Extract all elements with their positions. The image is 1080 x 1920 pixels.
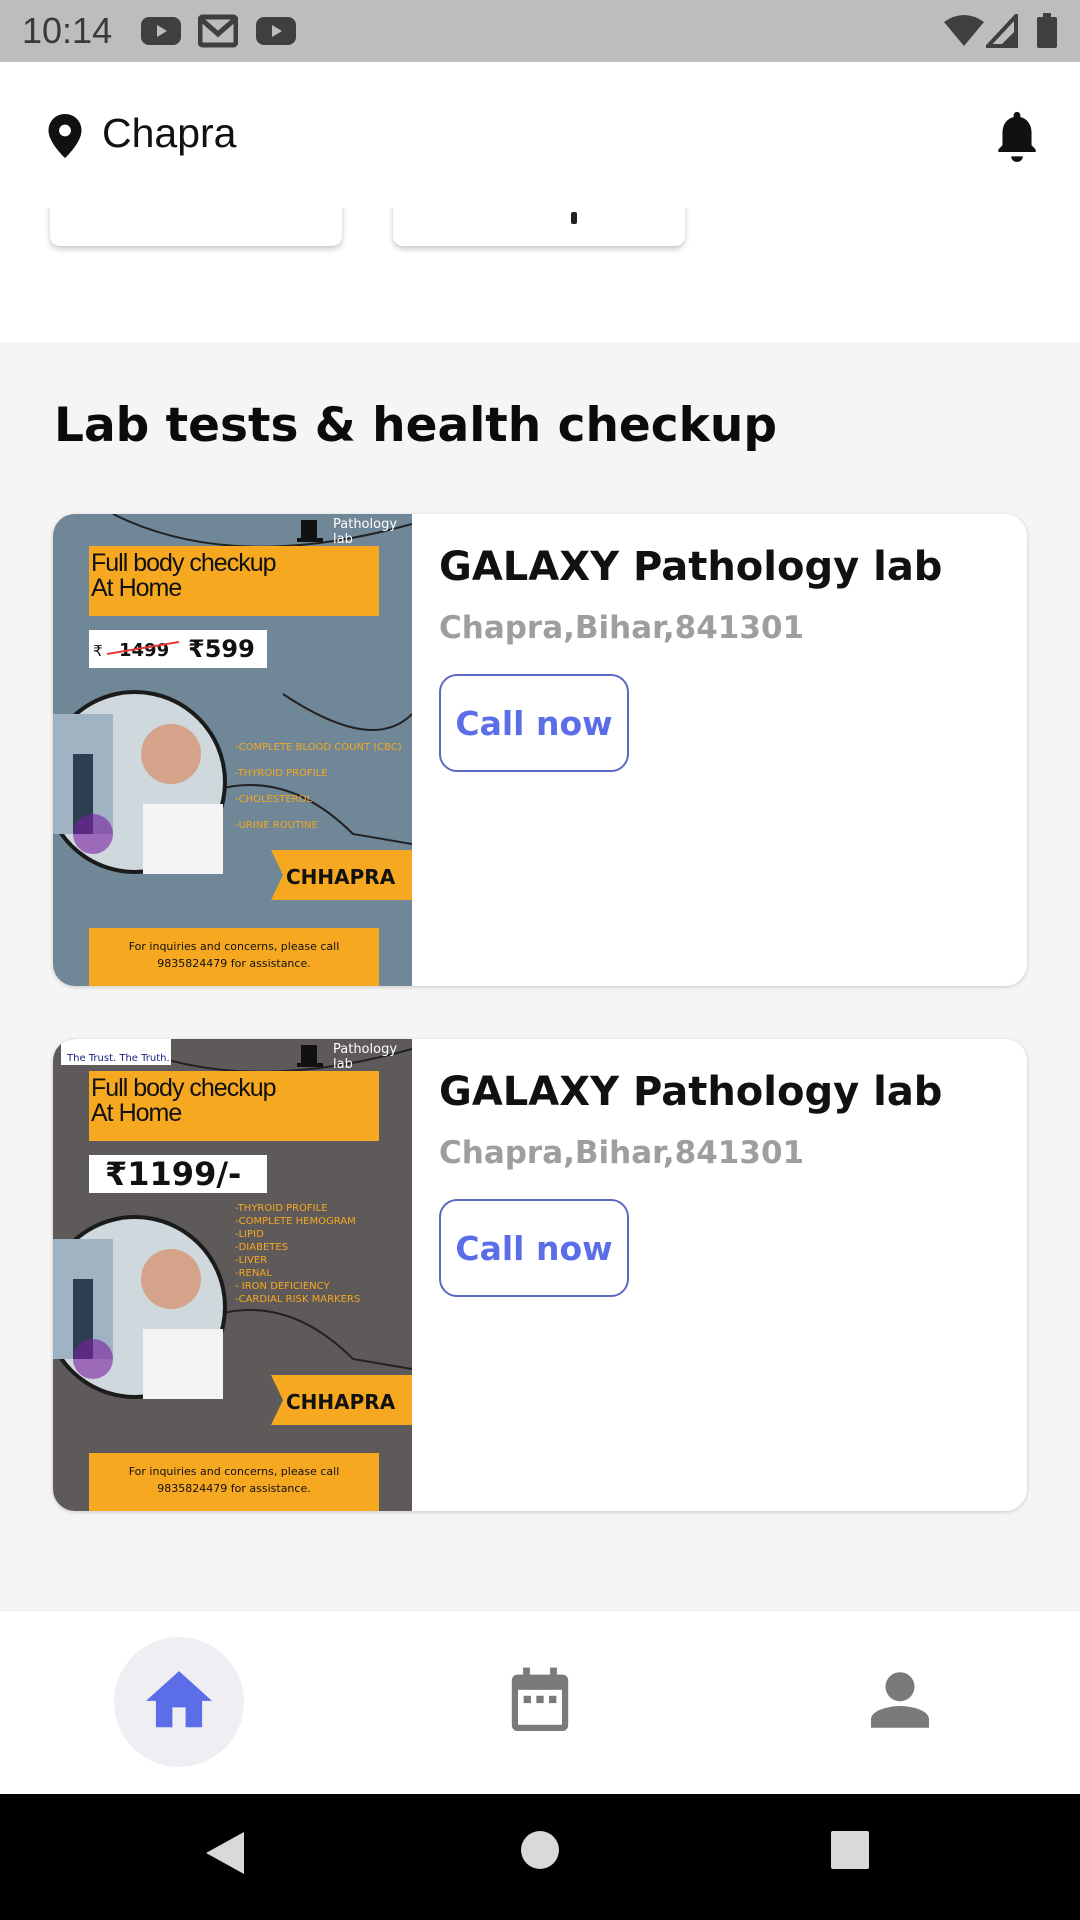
svg-text:9835824479 for assistance.: 9835824479 for assistance. (157, 1482, 310, 1495)
lab-name: GALAXY Pathology lab (439, 544, 943, 590)
nav-profile[interactable] (835, 1637, 965, 1767)
lab-name: GALAXY Pathology lab (439, 1069, 943, 1115)
nav-home[interactable] (114, 1637, 244, 1767)
svg-text:-THYROID PROFILE: -THYROID PROFILE (235, 1203, 328, 1214)
gmail-icon (198, 0, 238, 62)
signal-icon (986, 0, 1018, 62)
status-bar: 10:14 (0, 0, 1080, 62)
youtube-icon (140, 0, 182, 62)
call-now-button[interactable]: Call now (439, 674, 629, 772)
svg-text:For inquiries and concerns, pl: For inquiries and concerns, please call (129, 940, 340, 953)
wifi-icon (944, 0, 984, 62)
back-icon[interactable] (204, 1830, 246, 1880)
svg-text:-LIPID: -LIPID (235, 1229, 264, 1240)
svg-text:CHHAPRA: CHHAPRA (286, 1390, 396, 1414)
svg-text:-RENAL: -RENAL (235, 1268, 272, 1279)
person-icon (871, 1672, 929, 1732)
svg-text:-CARDIAL RISK MARKERS: -CARDIAL RISK MARKERS (235, 1294, 360, 1305)
svg-text:-THYROID PROFILE: -THYROID PROFILE (235, 768, 328, 779)
previous-section-tail (0, 208, 1080, 342)
svg-text:At Home: At Home (91, 574, 181, 602)
location-label[interactable]: Chapra (102, 110, 236, 157)
youtube-icon (255, 0, 297, 62)
svg-text:-COMPLETE BLOOD COUNT (CBC): -COMPLETE BLOOD COUNT (CBC) (235, 742, 402, 753)
lab-card[interactable]: The Trust. The Truth. Pathology lab Full… (53, 1039, 1027, 1511)
lab-address: Chapra,Bihar,841301 (439, 1135, 805, 1171)
svg-text:-DIABETES: -DIABETES (235, 1242, 288, 1253)
category-card[interactable] (50, 208, 342, 246)
status-time: 10:14 (22, 10, 113, 51)
svg-text:For inquiries and concerns, pl: For inquiries and concerns, please call (129, 1465, 340, 1478)
svg-text:lab: lab (333, 1057, 353, 1072)
svg-text:-COMPLETE HEMOGRAM: -COMPLETE HEMOGRAM (235, 1216, 356, 1227)
svg-text:Full body checkup: Full body checkup (91, 549, 276, 577)
svg-text:At Home: At Home (91, 1099, 181, 1127)
svg-text:The Trust. The Truth.: The Trust. The Truth. (66, 1053, 170, 1064)
system-navigation-bar (0, 1794, 1080, 1920)
lab-banner-image: Pathology lab Full body checkup At Home … (53, 514, 413, 986)
location-pin-icon[interactable] (48, 114, 82, 162)
lab-address: Chapra,Bihar,841301 (439, 610, 805, 646)
call-now-button[interactable]: Call now (439, 1199, 629, 1297)
recents-icon[interactable] (830, 1830, 870, 1874)
svg-text:-CHOLESTEROL: -CHOLESTEROL (235, 794, 312, 805)
app-header: Chapra (0, 62, 1080, 208)
home-icon (146, 1671, 212, 1733)
svg-text:CHHAPRA: CHHAPRA (286, 865, 396, 889)
svg-text:- IRON DEFICIENCY: - IRON DEFICIENCY (235, 1281, 330, 1292)
svg-text:Pathology: Pathology (333, 1042, 397, 1057)
svg-text:-LIVER: -LIVER (235, 1255, 267, 1266)
svg-text:lab: lab (333, 532, 353, 547)
lab-banner-image: The Trust. The Truth. Pathology lab Full… (53, 1039, 413, 1511)
svg-text:₹1199/-: ₹1199/- (105, 1155, 241, 1193)
category-card[interactable] (393, 208, 685, 246)
battery-icon (1036, 0, 1058, 62)
svg-text:₹: ₹ (93, 642, 103, 660)
lab-tests-section: Lab tests & health checkup Pathology lab… (0, 342, 1080, 1610)
home-circle-icon[interactable] (520, 1830, 560, 1874)
bell-icon[interactable] (992, 110, 1042, 168)
svg-text:-URINE ROUTINE: -URINE ROUTINE (235, 820, 318, 831)
nav-appointments[interactable] (475, 1637, 605, 1767)
svg-text:Pathology: Pathology (333, 517, 397, 532)
svg-text:Full body checkup: Full body checkup (91, 1074, 276, 1102)
lab-card[interactable]: Pathology lab Full body checkup At Home … (53, 514, 1027, 986)
bottom-navigation (0, 1610, 1080, 1794)
calendar-icon (509, 1666, 571, 1738)
svg-text:₹599: ₹599 (188, 635, 255, 663)
section-title: Lab tests & health checkup (54, 398, 778, 453)
svg-text:9835824479 for assistance.: 9835824479 for assistance. (157, 957, 310, 970)
